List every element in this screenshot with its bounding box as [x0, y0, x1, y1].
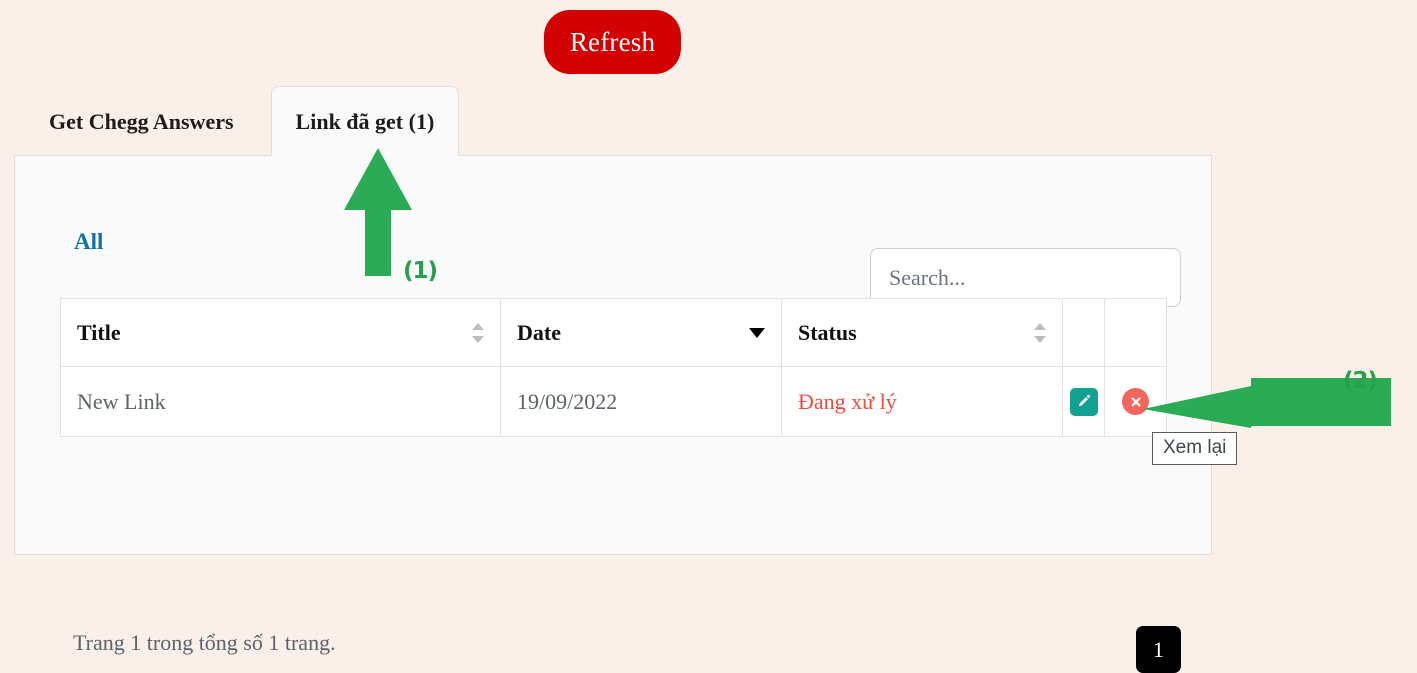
pagination-page-1-button[interactable]: 1	[1136, 626, 1181, 673]
column-header-title[interactable]: Title	[60, 298, 501, 367]
pencil-icon	[1078, 394, 1090, 406]
table-body: New Link 19/09/2022 Đang xử lý	[60, 366, 1167, 437]
sort-desc-icon[interactable]	[749, 327, 765, 338]
content-card: All Title Date Status	[14, 155, 1212, 673]
annotation-arrow-up-icon	[344, 148, 412, 276]
filter-all-link[interactable]: All	[74, 229, 103, 255]
sort-both-icon[interactable]	[1034, 322, 1046, 343]
table-row: New Link 19/09/2022 Đang xử lý	[60, 366, 1167, 437]
table-header-row: Title Date Status	[60, 298, 1167, 367]
tab-bar: Get Chegg Answers Link đã get (1)	[14, 84, 1212, 156]
column-header-date[interactable]: Date	[500, 298, 782, 367]
links-table: Title Date Status New Link 19/09/2022 Đa…	[60, 298, 1167, 437]
tooltip-xem-lai: Xem lại	[1152, 432, 1238, 465]
column-header-status[interactable]: Status	[781, 298, 1063, 367]
edit-button[interactable]	[1069, 387, 1098, 416]
tab-link-da-get[interactable]: Link đã get (1)	[270, 86, 460, 156]
annotation-label-1: (1)	[403, 258, 438, 284]
column-header-status-label: Status	[798, 319, 857, 345]
circle-x-icon	[1131, 397, 1140, 406]
filter-row: All	[61, 201, 1181, 307]
pagination-info: Trang 1 trong tổng số 1 trang.	[73, 630, 336, 655]
cell-status: Đang xử lý	[781, 366, 1063, 437]
column-header-delete	[1104, 298, 1167, 367]
refresh-button-container: Refresh	[0, 10, 1225, 74]
column-header-edit	[1062, 298, 1105, 367]
tab-get-chegg-answers[interactable]: Get Chegg Answers	[24, 86, 259, 156]
cell-title: New Link	[60, 366, 501, 437]
annotation-label-2: (2)	[1343, 368, 1378, 394]
cell-date: 19/09/2022	[500, 366, 782, 437]
cell-edit-action	[1062, 366, 1105, 437]
sort-both-icon[interactable]	[472, 322, 484, 343]
column-header-title-label: Title	[77, 319, 121, 345]
refresh-button[interactable]: Refresh	[543, 10, 682, 74]
table-header: Title Date Status	[60, 298, 1167, 367]
column-header-date-label: Date	[517, 319, 561, 345]
